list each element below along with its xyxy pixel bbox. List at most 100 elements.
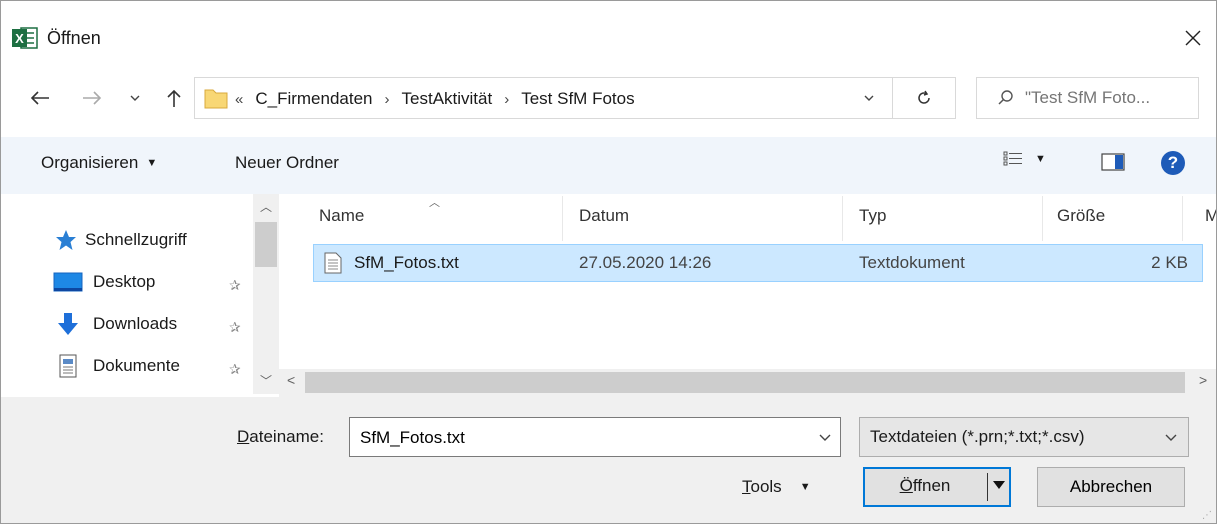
filename-label: Dateiname: bbox=[237, 427, 324, 447]
desktop-icon bbox=[53, 270, 83, 294]
back-arrow-icon bbox=[30, 91, 49, 105]
folder-icon bbox=[204, 87, 228, 109]
command-toolbar: Organisieren ▼ Neuer Ordner ▼ ? bbox=[1, 137, 1216, 194]
refresh-icon bbox=[918, 90, 930, 104]
column-divider[interactable] bbox=[1182, 196, 1183, 241]
column-header-more[interactable]: M bbox=[1205, 206, 1216, 226]
help-icon: ? bbox=[1167, 153, 1179, 172]
table-row[interactable]: SfM_Fotos.txt 27.05.2020 14:26 Textdokum… bbox=[313, 244, 1203, 282]
file-type: Textdokument bbox=[859, 253, 965, 272]
window-title: Öffnen bbox=[47, 28, 101, 48]
nav-item-label: Downloads bbox=[93, 314, 178, 333]
scroll-up-icon[interactable]: ︿ bbox=[253, 198, 279, 215]
pin-icon: ✰ bbox=[229, 319, 241, 335]
nav-item-quick-access[interactable]: Schnellzugriff bbox=[53, 228, 187, 252]
up-button[interactable] bbox=[157, 81, 191, 115]
breadcrumb-item[interactable]: TestAktivität bbox=[402, 89, 493, 109]
filename-label-text: ateiname: bbox=[249, 427, 324, 446]
file-size: 2 KB bbox=[1151, 253, 1188, 272]
pin-icon: ✰ bbox=[229, 277, 241, 293]
scroll-down-icon[interactable]: ﹀ bbox=[253, 372, 279, 389]
cancel-button[interactable]: Abbrechen bbox=[1037, 467, 1185, 507]
nav-item-downloads[interactable]: Downloads bbox=[53, 312, 177, 336]
column-header-date[interactable]: Datum bbox=[579, 206, 629, 226]
back-button[interactable] bbox=[23, 81, 57, 115]
forward-button[interactable] bbox=[75, 81, 109, 115]
navigation-pane-scrollbar[interactable]: ︿ ﹀ bbox=[253, 194, 279, 394]
tools-menu-button[interactable]: Tools ▼ bbox=[742, 477, 811, 497]
file-name: SfM_Fotos.txt bbox=[354, 253, 459, 272]
address-bar[interactable]: « C_Firmendaten › TestAktivität › Test S… bbox=[194, 77, 893, 119]
column-divider[interactable] bbox=[562, 196, 563, 241]
column-divider[interactable] bbox=[842, 196, 843, 241]
address-history-dropdown[interactable] bbox=[847, 77, 891, 119]
file-list: Name ︿ Datum Typ Größe M SfM_Fotos.txt 2… bbox=[279, 194, 1216, 369]
scroll-left-icon[interactable]: < bbox=[287, 372, 295, 388]
open-file-dialog: X Öffnen « C_Firmendaten › TestAktivität… bbox=[0, 0, 1217, 524]
scrollbar-thumb[interactable] bbox=[255, 222, 277, 267]
scrollbar-thumb[interactable] bbox=[305, 372, 1185, 393]
column-header-type[interactable]: Typ bbox=[859, 206, 886, 226]
caret-down-icon: ▼ bbox=[146, 157, 158, 169]
navigation-pane: Schnellzugriff Desktop ✰ Downloads ✰ Dok… bbox=[1, 194, 279, 394]
column-header-size[interactable]: Größe bbox=[1057, 206, 1105, 226]
column-header-name[interactable]: Name bbox=[319, 206, 364, 226]
svg-text:X: X bbox=[15, 31, 24, 46]
tools-label-text: ools bbox=[750, 477, 782, 496]
close-button[interactable] bbox=[1170, 18, 1216, 58]
file-list-horizontal-scrollbar[interactable]: < > bbox=[279, 369, 1216, 397]
column-header-label: Name bbox=[319, 206, 365, 225]
close-icon bbox=[1185, 30, 1201, 46]
breadcrumb: « C_Firmendaten › TestAktivität › Test S… bbox=[235, 89, 635, 109]
download-arrow-icon bbox=[53, 312, 83, 336]
file-type-select[interactable]: Textdateien (*.prn;*.txt;*.csv) bbox=[859, 417, 1189, 457]
preview-pane-button[interactable] bbox=[1101, 153, 1125, 176]
filename-label-accelerator: D bbox=[237, 427, 250, 446]
nav-item-documents[interactable]: Dokumente bbox=[53, 354, 180, 378]
chevron-down-icon bbox=[130, 95, 140, 101]
help-button[interactable]: ? bbox=[1161, 151, 1185, 175]
nav-item-label: Desktop bbox=[93, 272, 156, 291]
breadcrumb-item[interactable]: C_Firmendaten bbox=[255, 89, 372, 109]
caret-down-icon: ▼ bbox=[1035, 153, 1046, 165]
filename-combobox[interactable] bbox=[349, 417, 841, 457]
open-label-text: ffnen bbox=[912, 476, 951, 495]
organize-label: Organisieren bbox=[41, 153, 139, 172]
file-type-selected: Textdateien (*.prn;*.txt;*.csv) bbox=[870, 427, 1085, 446]
organize-menu-button[interactable]: Organisieren ▼ bbox=[41, 153, 157, 173]
caret-down-icon[interactable] bbox=[993, 481, 1005, 489]
column-divider[interactable] bbox=[1042, 196, 1043, 241]
open-label-accelerator: Ö bbox=[899, 476, 913, 495]
split-divider bbox=[987, 473, 988, 501]
recent-locations-button[interactable] bbox=[123, 81, 147, 115]
nav-item-desktop[interactable]: Desktop bbox=[53, 270, 155, 294]
search-input[interactable] bbox=[1025, 84, 1195, 112]
chevron-down-icon[interactable] bbox=[818, 428, 832, 448]
title-bar: X Öffnen bbox=[1, 1, 1216, 53]
nav-item-label: Dokumente bbox=[93, 356, 180, 375]
tools-label-accelerator: T bbox=[742, 477, 751, 496]
chevron-right-icon[interactable]: › bbox=[504, 91, 509, 108]
breadcrumb-overflow-button[interactable]: « bbox=[235, 91, 243, 108]
scroll-right-icon[interactable]: > bbox=[1199, 372, 1207, 388]
resize-grip-icon[interactable]: ⋰ bbox=[1202, 510, 1212, 521]
filename-field[interactable] bbox=[360, 426, 800, 450]
forward-arrow-icon bbox=[83, 91, 102, 105]
breadcrumb-item[interactable]: Test SfM Fotos bbox=[521, 89, 634, 109]
search-icon bbox=[997, 89, 1015, 107]
pin-icon: ✰ bbox=[229, 361, 241, 377]
sort-ascending-icon: ︿ bbox=[429, 197, 440, 209]
up-arrow-icon bbox=[167, 89, 181, 107]
open-button[interactable]: Öffnen bbox=[863, 467, 1011, 507]
new-folder-button[interactable]: Neuer Ordner bbox=[235, 153, 339, 173]
caret-down-icon: ▼ bbox=[799, 481, 811, 493]
nav-item-label: Schnellzugriff bbox=[85, 230, 187, 249]
file-date: 27.05.2020 14:26 bbox=[579, 253, 712, 272]
change-view-button[interactable]: ▼ bbox=[1003, 151, 1046, 167]
search-box[interactable] bbox=[976, 77, 1199, 119]
refresh-button[interactable] bbox=[893, 77, 956, 119]
chevron-down-icon bbox=[1164, 428, 1178, 448]
chevron-right-icon[interactable]: › bbox=[385, 91, 390, 108]
view-list-icon bbox=[1003, 151, 1022, 166]
excel-icon: X bbox=[12, 27, 38, 49]
